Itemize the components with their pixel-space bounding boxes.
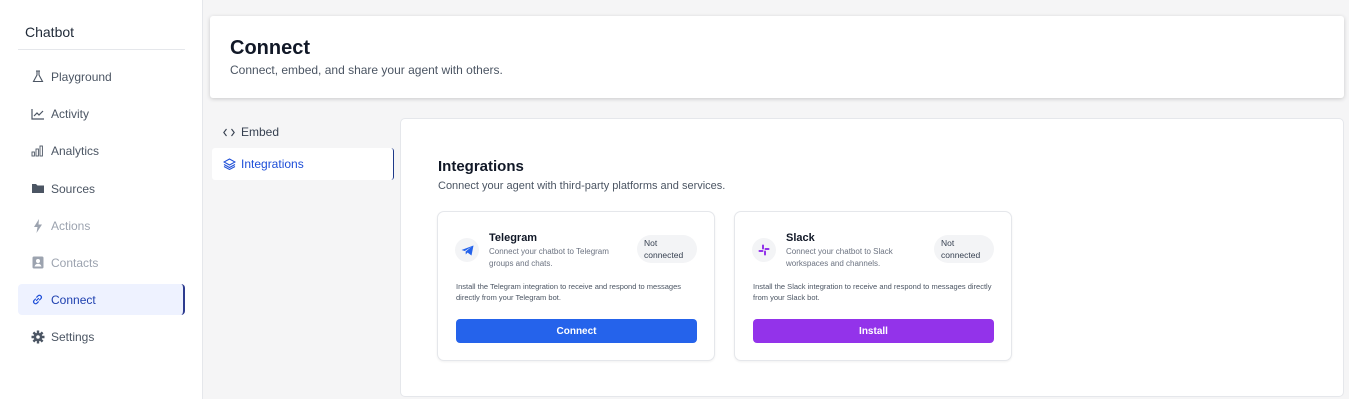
sidebar-item-label: Actions [51,218,91,233]
sidebar-item-analytics[interactable]: Analytics [18,135,185,166]
flask-icon [30,69,45,84]
integration-body: Install the Slack integration to receive… [753,282,992,302]
sidebar-item-playground[interactable]: Playground [18,61,185,92]
sidebar-item-label: Connect [51,292,96,307]
slack-install-button[interactable]: Install [753,319,994,343]
sidebar-item-label: Contacts [51,255,99,270]
sidebar: Chatbot Playground Activity Analytics So… [0,0,203,399]
integrations-panel: Integrations Connect your agent with thi… [400,118,1344,397]
link-icon [30,292,45,307]
gear-icon [30,329,45,344]
integration-description: Connect your chatbot to Slack workspaces… [786,247,893,268]
sidebar-item-actions[interactable]: Actions [18,210,185,241]
lightning-icon [30,218,45,233]
telegram-connect-button[interactable]: Connect [456,319,697,343]
sidebar-item-label: Settings [51,329,95,344]
sidebar-item-label: Playground [51,69,112,84]
integration-card-telegram: Telegram Connect your chatbot to Telegra… [437,211,715,361]
contact-card-icon [30,255,45,270]
tab-label: Integrations [241,157,304,171]
sidebar-item-contacts[interactable]: Contacts [18,247,185,278]
tab-label: Embed [241,125,280,139]
integration-body: Install the Telegram integration to rece… [456,282,681,302]
telegram-icon [455,238,479,262]
sidebar-item-connect[interactable]: Connect [18,284,185,315]
activity-chart-icon [30,106,45,121]
slack-icon [752,238,776,262]
status-badge: Not connected [934,235,994,263]
integration-card-slack: Slack Connect your chatbot to Slack work… [734,211,1012,361]
integration-name: Telegram [489,232,538,244]
sidebar-item-label: Sources [51,181,96,196]
section-title: Integrations [438,158,524,175]
sidebar-item-activity[interactable]: Activity [18,98,185,129]
tab-integrations[interactable]: Integrations [212,148,394,180]
sidebar-item-label: Activity [51,106,90,121]
integration-name: Slack [786,232,815,244]
page-subtitle: Connect, embed, and share your agent wit… [230,63,503,77]
section-subtitle: Connect your agent with third-party plat… [438,180,726,192]
page-title: Connect [230,37,310,59]
code-icon [222,128,236,137]
sidebar-title: Chatbot [18,15,185,50]
sidebar-item-sources[interactable]: Sources [18,173,185,204]
integration-description: Connect your chatbot to Telegram groups … [489,247,609,268]
folder-icon [30,181,45,196]
status-badge: Not connected [637,235,697,263]
page-header: Connect Connect, embed, and share your a… [210,16,1344,98]
sidebar-item-settings[interactable]: Settings [18,321,185,352]
layers-icon [222,158,236,170]
bar-chart-icon [30,143,45,158]
sidebar-item-label: Analytics [51,143,100,158]
tab-embed[interactable]: Embed [212,116,394,148]
